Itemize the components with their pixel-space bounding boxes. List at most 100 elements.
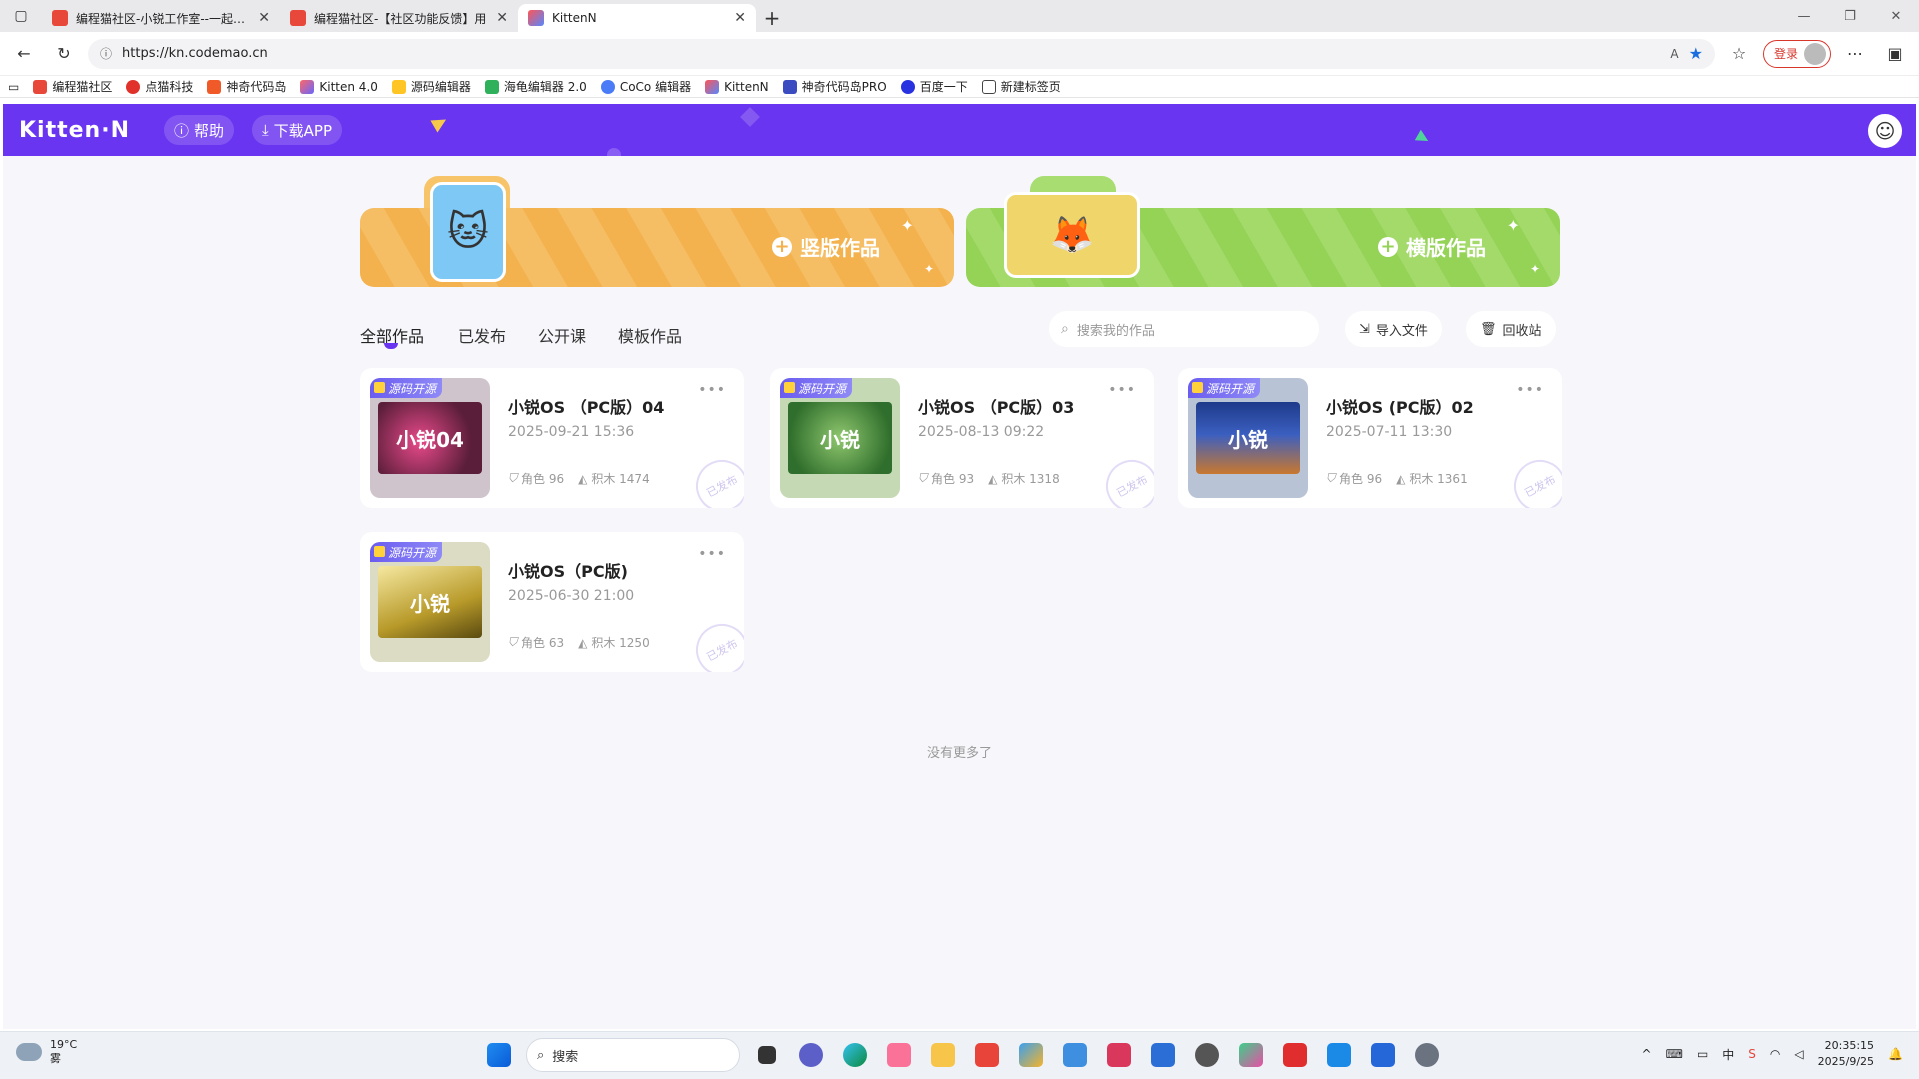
notepad-icon[interactable]: [1058, 1038, 1092, 1072]
work-card[interactable]: 小锐 源码开源 小锐OS （PC版）03 2025-08-13 09:22 ⛉ 角…: [770, 368, 1154, 508]
more-options-icon[interactable]: •••: [698, 382, 726, 398]
fog-weather-icon: [16, 1043, 42, 1061]
bookmark-label: 点猫科技: [145, 80, 194, 94]
work-card[interactable]: 小锐 源码开源 小锐OS (PC版）02 2025-07-11 13:30 ⛉ 角…: [1178, 368, 1562, 508]
tab-published[interactable]: 已发布: [458, 323, 506, 347]
new-tab-button[interactable]: +: [756, 4, 788, 32]
taskbar-apps: ⌕ 搜索: [482, 1038, 1444, 1072]
more-menu-icon[interactable]: ⋯: [1839, 38, 1871, 70]
url-text[interactable]: https://kn.codemao.cn: [122, 46, 1660, 61]
keyboard-icon[interactable]: ⌨: [1666, 1047, 1683, 1061]
help-button[interactable]: ⓘ 帮助: [163, 115, 235, 145]
calendar-icon[interactable]: [1146, 1038, 1180, 1072]
bookmark-item[interactable]: CoCo 编辑器: [600, 78, 691, 95]
red-cat-illustration: 🦊: [1004, 192, 1140, 278]
sogou-icon[interactable]: S: [1748, 1047, 1756, 1061]
bookmark-item[interactable]: Kitten 4.0: [300, 79, 378, 94]
task-view-icon[interactable]: [750, 1038, 784, 1072]
store-icon[interactable]: [1366, 1038, 1400, 1072]
close-window-icon[interactable]: ✕: [1873, 0, 1919, 32]
work-card[interactable]: 小锐 源码开源 小锐OS（PC版) 2025-06-30 21:00 ⛉ 角色 6…: [360, 532, 744, 672]
open-source-badge: 源码开源: [780, 378, 853, 398]
bookmark-item[interactable]: 百度一下: [900, 78, 968, 95]
tab-templates[interactable]: 模板作品: [618, 323, 682, 347]
work-date: 2025-09-21 15:36: [508, 424, 635, 440]
more-options-icon[interactable]: •••: [698, 546, 726, 562]
clock[interactable]: 20:35:15 2025/9/25: [1818, 1038, 1874, 1070]
snipping-tool-icon[interactable]: [1102, 1038, 1136, 1072]
browser-tab-2[interactable]: 编程猫社区-【社区功能反馈】用 ✕: [280, 4, 518, 32]
download-label: 下载APP: [273, 121, 333, 140]
recycle-bin-button[interactable]: 🗑 回收站: [1466, 311, 1556, 347]
close-tab-icon[interactable]: ✕: [734, 10, 746, 26]
work-stats: ⛉ 角色 96 ◭ 积木 1474: [508, 470, 650, 487]
edge-browser-icon[interactable]: [838, 1038, 872, 1072]
input-method-icon[interactable]: 中: [1722, 1046, 1734, 1063]
kitten-n-logo[interactable]: Kitten·N: [19, 118, 130, 143]
time-text: 20:35:15: [1824, 1039, 1875, 1052]
work-card[interactable]: 小锐04 源码开源 小锐OS （PC版）04 2025-09-21 15:36 …: [360, 368, 744, 508]
browser-tab-1[interactable]: 编程猫社区-小锐工作室--一起学编 ✕: [42, 4, 280, 32]
wps-icon[interactable]: [970, 1038, 1004, 1072]
close-tab-icon[interactable]: ✕: [258, 10, 270, 26]
cover-logo: 小锐: [788, 402, 892, 474]
search-input[interactable]: ⌕ 搜索我的作品: [1049, 311, 1319, 347]
copilot-icon[interactable]: [1234, 1038, 1268, 1072]
download-app-button[interactable]: ⤓ 下载APP: [252, 115, 343, 145]
taskbar-search[interactable]: ⌕ 搜索: [526, 1038, 740, 1072]
horizontal-work-banner[interactable]: 🦊 ✦ ✦ + 横版作品: [966, 166, 1560, 287]
roles-count: 角色 93: [931, 472, 975, 486]
minimize-icon[interactable]: —: [1781, 0, 1827, 32]
back-icon[interactable]: ←: [8, 38, 40, 70]
bookmark-item[interactable]: 神奇代码岛PRO: [782, 78, 887, 95]
turtle-editor-icon: [484, 79, 499, 94]
close-tab-icon[interactable]: ✕: [496, 10, 508, 26]
tab-open-class[interactable]: 公开课: [538, 323, 586, 347]
settings-gear-icon[interactable]: [1410, 1038, 1444, 1072]
bookmark-item[interactable]: 新建标签页: [981, 78, 1061, 95]
clock-icon[interactable]: [1190, 1038, 1224, 1072]
favorite-star-icon[interactable]: ★: [1689, 44, 1703, 63]
more-options-icon[interactable]: •••: [1108, 382, 1136, 398]
display-icon[interactable]: ▭: [1697, 1047, 1708, 1061]
restore-icon[interactable]: ❐: [1827, 0, 1873, 32]
favorites-icon[interactable]: ☆: [1723, 38, 1755, 70]
paint-icon[interactable]: [1014, 1038, 1048, 1072]
bookmark-item[interactable]: 神奇代码岛: [207, 78, 286, 95]
login-button[interactable]: 登录: [1762, 39, 1831, 68]
notification-bell-icon[interactable]: 🔔: [1888, 1047, 1903, 1061]
bookmark-item[interactable]: KittenN: [705, 79, 769, 94]
more-options-icon[interactable]: •••: [1516, 382, 1544, 398]
bookmarks-menu-icon[interactable]: ▭: [8, 80, 19, 94]
bookmark-item[interactable]: 海龟编辑器 2.0: [484, 78, 587, 95]
chat-icon[interactable]: [794, 1038, 828, 1072]
shield-icon: ⛉: [508, 635, 518, 649]
no-more-text: 没有更多了: [926, 746, 992, 761]
url-field[interactable]: ⓘ https://kn.codemao.cn A ★: [88, 38, 1715, 69]
kitten-favicon-icon: [528, 10, 544, 26]
bookmark-item[interactable]: 编程猫社区: [33, 78, 112, 95]
windows-start-icon[interactable]: [482, 1038, 516, 1072]
sidebar-toggle-icon[interactable]: ▣: [1879, 38, 1911, 70]
bookmark-item[interactable]: 源码编辑器: [391, 78, 471, 95]
windows-taskbar: 19°C 雾 ⌕ 搜索 ^ ⌨ ▭ 中 S ◠ ◁ 20:35:15 2025/…: [0, 1031, 1919, 1079]
refresh-icon[interactable]: ↻: [48, 38, 80, 70]
bookmark-label: 编程猫社区: [52, 80, 113, 94]
browser-tab-3[interactable]: KittenN ✕: [518, 4, 756, 32]
import-file-button[interactable]: ⇲ 导入文件: [1345, 311, 1442, 347]
bookmark-item[interactable]: 点猫科技: [126, 78, 193, 95]
wifi-icon[interactable]: ◠: [1770, 1047, 1780, 1061]
vscode-icon[interactable]: [1322, 1038, 1356, 1072]
weather-widget[interactable]: 19°C 雾: [16, 1038, 77, 1066]
file-explorer-icon[interactable]: [926, 1038, 960, 1072]
bilibili-icon[interactable]: [882, 1038, 916, 1072]
red-app-icon[interactable]: [1278, 1038, 1312, 1072]
chevron-up-icon[interactable]: ^: [1642, 1047, 1652, 1061]
user-avatar[interactable]: ☺: [1868, 114, 1902, 148]
kittenn-icon: [705, 79, 720, 94]
volume-icon[interactable]: ◁: [1794, 1047, 1803, 1061]
site-info-icon[interactable]: ⓘ: [100, 45, 112, 62]
tab-actions-icon[interactable]: ▢: [0, 0, 42, 32]
vertical-work-banner[interactable]: 🐱 ✦ ✦ + 竖版作品: [360, 166, 954, 287]
read-aloud-icon[interactable]: A: [1670, 47, 1678, 61]
